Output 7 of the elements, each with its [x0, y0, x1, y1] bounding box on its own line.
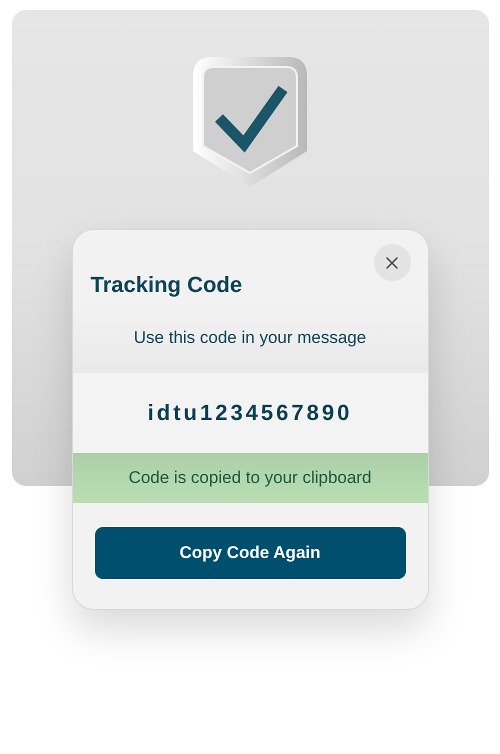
copy-code-button[interactable]: Copy Code Again [94, 526, 406, 578]
tracking-code: idtu1234567890 [148, 399, 352, 427]
shield-check-icon [192, 56, 308, 188]
dialog-title: Tracking Code [90, 271, 244, 299]
close-button[interactable] [374, 244, 410, 281]
instruction-text: Use this code in your message [134, 327, 366, 349]
copied-notice: Code is copied to your clipboard [72, 452, 428, 502]
